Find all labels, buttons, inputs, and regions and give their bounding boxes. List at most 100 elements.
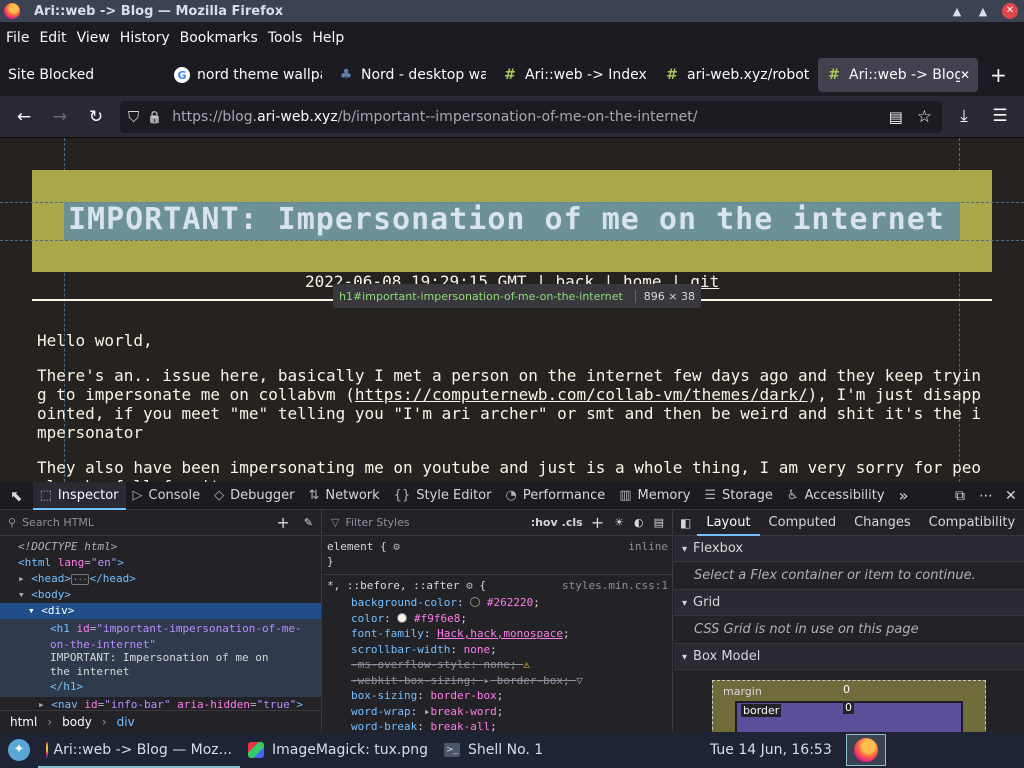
border-value[interactable]: 0: [843, 701, 854, 714]
tab-site-blocked[interactable]: Site Blocked: [0, 58, 166, 92]
color-swatch[interactable]: [470, 597, 481, 607]
markup-h1-close[interactable]: </h1>: [0, 679, 321, 695]
taskbar-firefox-tray[interactable]: [845, 734, 886, 766]
element-picker-icon[interactable]: ⬉: [0, 482, 33, 510]
menu-bookmarks[interactable]: Bookmarks: [180, 30, 258, 46]
warning-icon[interactable]: ⚠: [523, 657, 530, 673]
app-menu-icon[interactable]: ☰: [982, 106, 1018, 126]
markup-h1[interactable]: <h1 id="important-impersonation-of-me-on…: [0, 621, 321, 651]
maximize-button[interactable]: ▲: [970, 5, 996, 18]
minimize-button[interactable]: ▲: [944, 5, 970, 18]
url-text[interactable]: https://blog.ari-web.xyz/b/important--im…: [172, 109, 697, 125]
decl-background-color[interactable]: background-color: #262220;: [327, 595, 672, 611]
reload-button[interactable]: ↻: [78, 107, 114, 127]
menu-tools[interactable]: Tools: [268, 30, 303, 46]
decl-box-sizing[interactable]: box-sizing: border-box;: [327, 688, 672, 704]
breadcrumb-body[interactable]: body: [62, 715, 92, 729]
decl-webkit-box-sizing[interactable]: -webkit-box-sizing: ▸ border-box; ▽: [327, 673, 672, 689]
filter-icon[interactable]: ▽: [576, 673, 583, 689]
tab-storage[interactable]: ☰ Storage: [697, 482, 780, 510]
collapsed-content-icon[interactable]: ···: [71, 574, 90, 585]
collapse-icon[interactable]: ▾: [28, 604, 41, 617]
tab-compatibility[interactable]: Compatibility: [920, 510, 1024, 536]
collabvm-link[interactable]: https://computernewb.com/collab-vm/theme…: [355, 385, 808, 404]
back-button[interactable]: ←: [6, 107, 42, 127]
collapse-icon[interactable]: ▾: [18, 588, 31, 601]
tab-inspector[interactable]: ⬚ Inspector: [32, 481, 126, 510]
box-model-margin[interactable]: margin 0 border 0: [712, 680, 986, 740]
downloads-icon[interactable]: ⤓: [946, 106, 982, 126]
tab-network[interactable]: ⇅ Network: [301, 482, 386, 510]
rule-source[interactable]: inline: [628, 540, 668, 553]
close-devtools-icon[interactable]: ✕: [998, 482, 1024, 510]
tab-ari-web-index[interactable]: # Ari::web -> Index: [494, 58, 656, 92]
color-swatch[interactable]: [397, 612, 408, 623]
tab-nord-theme-wallpaper[interactable]: G nord theme wallpa: [166, 58, 330, 92]
class-toggle[interactable]: .cls: [562, 516, 583, 529]
forward-button[interactable]: →: [42, 107, 78, 127]
hover-toggle[interactable]: :hov: [531, 516, 558, 529]
url-bar[interactable]: ⛉ 🔒 https://blog.ari-web.xyz/b/important…: [120, 101, 942, 133]
gear-icon[interactable]: ⚙: [393, 540, 400, 553]
tab-nord-desktop[interactable]: ♣ Nord - desktop wa: [330, 58, 494, 92]
markup-body[interactable]: ▾ <body>: [0, 587, 321, 603]
tab-ari-web-blog[interactable]: # Ari::web -> Blog ✕: [818, 58, 978, 92]
gear-icon[interactable]: ⚙: [466, 579, 473, 592]
menu-file[interactable]: File: [6, 30, 29, 46]
markup-doctype[interactable]: <!DOCTYPE html>: [0, 539, 321, 555]
tab-changes[interactable]: Changes: [845, 510, 920, 536]
expand-icon[interactable]: ▸: [18, 572, 31, 585]
breadcrumb-html[interactable]: html: [10, 715, 37, 729]
menu-edit[interactable]: Edit: [39, 30, 66, 46]
grid-section-header[interactable]: ▾ Grid: [674, 590, 1024, 616]
dock-icon[interactable]: ⧉: [948, 482, 972, 510]
lock-icon[interactable]: 🔒: [147, 110, 162, 124]
print-media-icon[interactable]: ▤: [654, 516, 664, 529]
close-window-button[interactable]: ✕: [1002, 3, 1018, 19]
light-scheme-icon[interactable]: ☀: [614, 516, 624, 529]
toggle-sidebar-icon[interactable]: ◧: [674, 510, 697, 536]
menu-history[interactable]: History: [120, 30, 170, 46]
decl-word-wrap[interactable]: word-wrap: ▸break-word;: [327, 704, 672, 720]
rule-source[interactable]: styles.min.css:1: [562, 579, 668, 592]
shield-icon[interactable]: ⛉: [128, 108, 139, 126]
taskbar-shell[interactable]: >_ Shell No. 1: [436, 732, 702, 768]
decl-ms-overflow-style[interactable]: -ms-overflow-style: none; ⚠: [327, 657, 672, 673]
tab-debugger[interactable]: ◇ Debugger: [207, 482, 301, 510]
dark-scheme-icon[interactable]: ◐: [634, 516, 644, 529]
margin-value[interactable]: 0: [843, 683, 850, 696]
decl-color[interactable]: color: #f9f6e8;: [327, 611, 672, 627]
breadcrumb-div[interactable]: div: [117, 715, 135, 729]
decl-scrollbar-width[interactable]: scrollbar-width: none;: [327, 642, 672, 658]
eyedropper-icon[interactable]: ✎: [304, 516, 313, 529]
filter-styles-field[interactable]: ▽ Filter Styles :hov .cls + ☀ ◐ ▤: [323, 510, 672, 536]
tab-performance[interactable]: ◔ Performance: [498, 482, 612, 510]
more-tools-icon[interactable]: »: [892, 482, 916, 510]
add-rule-icon[interactable]: +: [591, 513, 604, 532]
clock[interactable]: Tue 14 Jun, 16:53: [702, 732, 840, 768]
taskbar-imagemagick[interactable]: ImageMagick: tux.png: [240, 732, 436, 768]
add-node-icon[interactable]: +: [276, 513, 289, 532]
reader-view-icon[interactable]: ▤: [889, 108, 903, 126]
new-tab-button[interactable]: +: [990, 63, 1007, 87]
tab-accessibility[interactable]: ♿ Accessibility: [780, 482, 892, 510]
bookmark-star-icon[interactable]: ☆: [917, 107, 932, 127]
tab-close-icon[interactable]: ✕: [960, 68, 970, 82]
tab-computed[interactable]: Computed: [760, 510, 846, 536]
markup-html[interactable]: <html lang="en">: [0, 555, 321, 571]
options-icon[interactable]: ⋯: [972, 482, 1000, 510]
app-launcher-icon[interactable]: ✦: [0, 732, 38, 768]
box-model-section-header[interactable]: ▾ Box Model: [674, 644, 1024, 670]
tab-memory[interactable]: ▥ Memory: [612, 482, 697, 510]
tab-ari-web-robots[interactable]: # ari-web.xyz/robots: [656, 58, 818, 92]
search-html-field[interactable]: ⚲ Search HTML + ✎: [0, 510, 321, 536]
tab-layout[interactable]: Layout: [697, 510, 759, 536]
tab-style-editor[interactable]: {} Style Editor: [387, 482, 499, 510]
markup-head[interactable]: ▸ <head> ··· </head>: [0, 571, 321, 587]
taskbar-firefox[interactable]: Ari::web -> Blog — Moz...: [38, 732, 240, 768]
expand-icon[interactable]: ▸: [483, 673, 490, 689]
markup-div-selected[interactable]: ▾ <div>: [0, 603, 321, 619]
flexbox-section-header[interactable]: ▾ Flexbox: [674, 536, 1024, 562]
tab-console[interactable]: ▷ Console: [126, 482, 208, 510]
menu-help[interactable]: Help: [312, 30, 344, 46]
